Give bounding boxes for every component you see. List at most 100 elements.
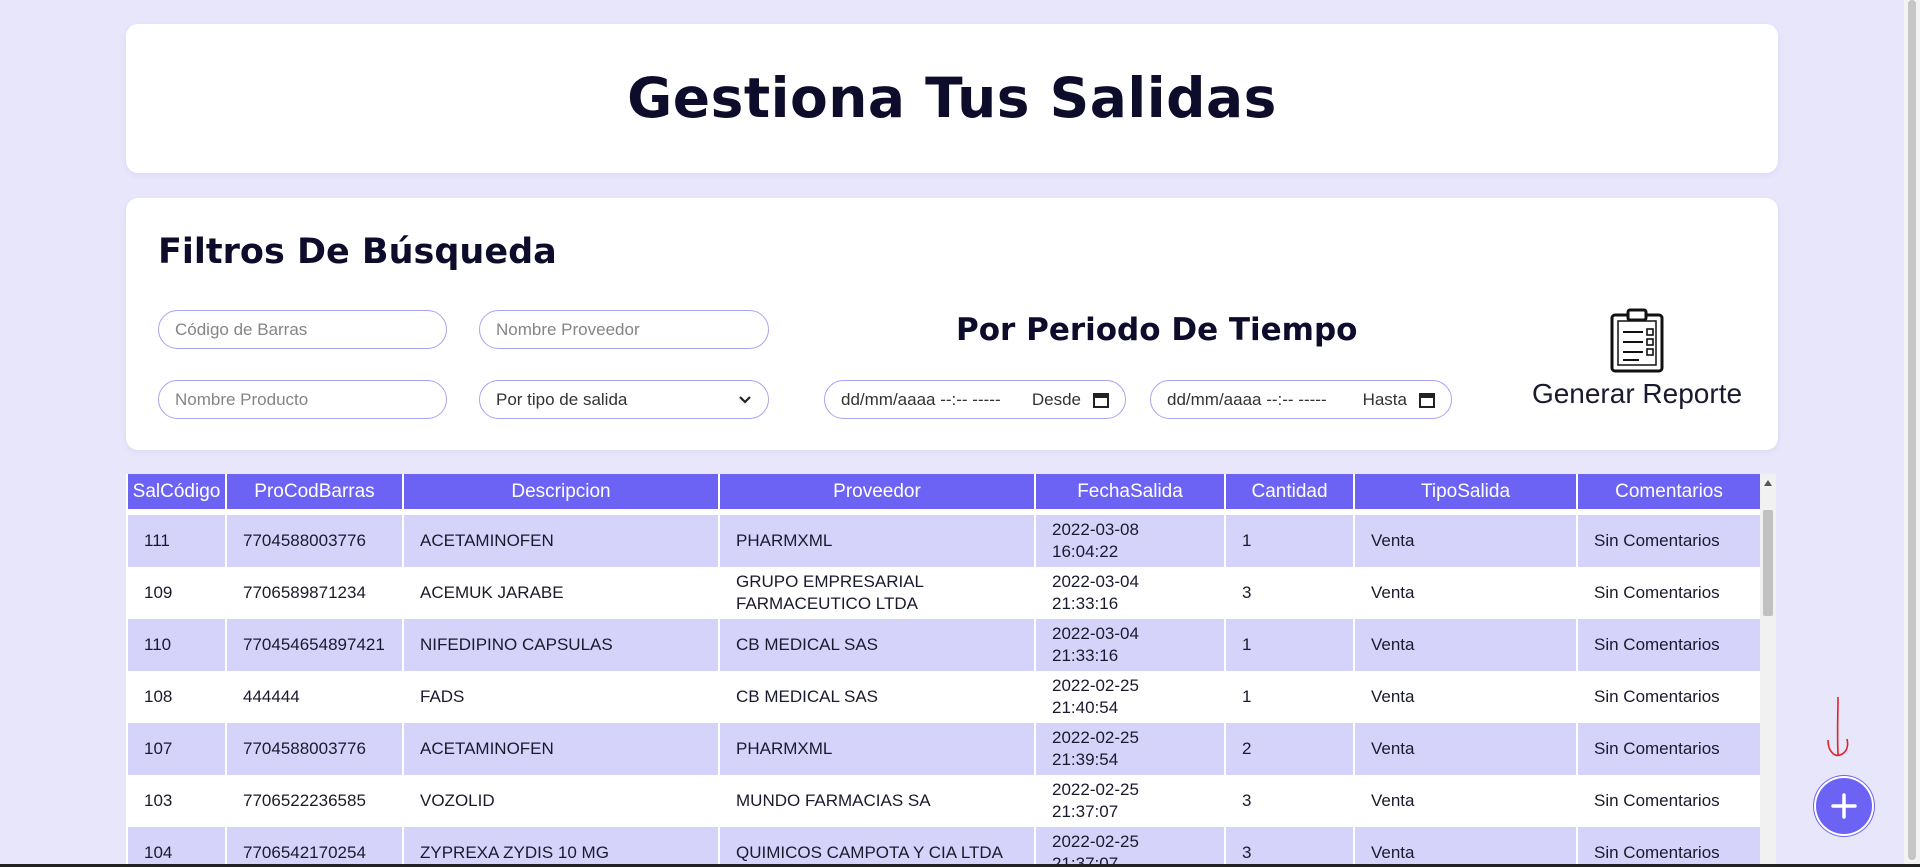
- table-cell: VOZOLID: [404, 775, 718, 827]
- table-cell: Venta: [1355, 723, 1576, 775]
- table-cell: Venta: [1355, 775, 1576, 827]
- table-cell: Venta: [1355, 619, 1576, 671]
- date-from-input[interactable]: dd/mm/aaaa --:-- ----- Desde: [824, 380, 1126, 419]
- column-header[interactable]: Cantidad: [1226, 474, 1353, 509]
- table-row[interactable]: 110 770454654897421 NIFEDIPINO CAPSULAS CB …: [128, 619, 1760, 671]
- page-title: Gestiona Tus Salidas: [627, 66, 1277, 130]
- table-cell: 7706589871234: [227, 567, 402, 619]
- column-header[interactable]: FechaSalida: [1036, 474, 1224, 509]
- table-cell: 2022-03-08 16:04:22: [1036, 515, 1224, 567]
- table-cell: Sin Comentarios: [1578, 619, 1760, 671]
- table-cell: 444444: [227, 671, 402, 723]
- scroll-up-arrow-icon[interactable]: [1764, 480, 1772, 486]
- table-row[interactable]: 108 444444 FADS CB MEDICAL SAS 2022-02-25 21…: [128, 671, 1760, 723]
- table-cell: Venta: [1355, 827, 1576, 867]
- exits-table-container[interactable]: SalCódigo ProCodBarras Descripcion Prove…: [126, 474, 1776, 867]
- clipboard-icon: [1610, 308, 1664, 373]
- table-cell: ACETAMINOFEN: [404, 515, 718, 567]
- exits-table: SalCódigo ProCodBarras Descripcion Prove…: [126, 474, 1762, 867]
- table-cell: GRUPO EMPRESARIAL FARMACEUTICO LTDA: [720, 567, 1034, 619]
- table-cell: 2022-02-25 21:37:07: [1036, 827, 1224, 867]
- table-cell: Sin Comentarios: [1578, 775, 1760, 827]
- table-cell: MUNDO FARMACIAS SA: [720, 775, 1034, 827]
- filters-card: Filtros De Búsqueda Por tipo de salida P…: [126, 198, 1778, 450]
- provider-input[interactable]: [479, 310, 769, 349]
- date-to-label: Hasta: [1362, 389, 1407, 409]
- column-header[interactable]: Proveedor: [720, 474, 1034, 509]
- table-cell: NIFEDIPINO CAPSULAS: [404, 619, 718, 671]
- table-cell: 107: [128, 723, 225, 775]
- chevron-down-icon: [739, 395, 751, 404]
- column-header[interactable]: Comentarios: [1578, 474, 1760, 509]
- add-exit-button[interactable]: [1816, 778, 1872, 834]
- page-scroll-thumb[interactable]: [1908, 0, 1916, 860]
- table-cell: 104: [128, 827, 225, 867]
- table-header-row: SalCódigo ProCodBarras Descripcion Prove…: [128, 474, 1760, 509]
- column-header[interactable]: TipoSalida: [1355, 474, 1576, 509]
- table-cell: Venta: [1355, 515, 1576, 567]
- period-title: Por Periodo De Tiempo: [956, 312, 1358, 348]
- table-cell: 1: [1226, 619, 1353, 671]
- table-cell: ACEMUK JARABE: [404, 567, 718, 619]
- table-cell: QUIMICOS CAMPOTA Y CIA LTDA: [720, 827, 1034, 867]
- barcode-input[interactable]: [158, 310, 447, 349]
- table-cell: Venta: [1355, 671, 1576, 723]
- table-cell: FADS: [404, 671, 718, 723]
- calendar-icon[interactable]: [1093, 392, 1109, 408]
- table-cell: 2022-02-25 21:37:07: [1036, 775, 1224, 827]
- table-cell: 108: [128, 671, 225, 723]
- table-row[interactable]: 107 7704588003776 ACETAMINOFEN PHARMXML 2022…: [128, 723, 1760, 775]
- table-cell: Sin Comentarios: [1578, 827, 1760, 867]
- date-to-input[interactable]: dd/mm/aaaa --:-- ----- Hasta: [1150, 380, 1452, 419]
- filters-title: Filtros De Búsqueda: [158, 232, 557, 272]
- table-row[interactable]: 103 7706522236585 VOZOLID MUNDO FARMACIAS S…: [128, 775, 1760, 827]
- table-scrollbar[interactable]: [1760, 474, 1776, 867]
- table-cell: 1: [1226, 515, 1353, 567]
- table-cell: 7706522236585: [227, 775, 402, 827]
- date-from-value: dd/mm/aaaa --:-- -----: [841, 389, 1001, 409]
- down-arrow-annotation-icon: [1827, 696, 1849, 757]
- table-cell: 7706542170254: [227, 827, 402, 867]
- table-cell: 3: [1226, 567, 1353, 619]
- table-cell: 770454654897421: [227, 619, 402, 671]
- table-cell: 2022-03-04 21:33:16: [1036, 567, 1224, 619]
- table-row[interactable]: 104 7706542170254 ZYPREXA ZYDIS 10 MG QUIMI…: [128, 827, 1760, 867]
- table-cell: ACETAMINOFEN: [404, 723, 718, 775]
- table-cell: 1: [1226, 671, 1353, 723]
- table-cell: 111: [128, 515, 225, 567]
- date-from-label: Desde: [1031, 389, 1081, 409]
- product-input[interactable]: [158, 380, 447, 419]
- plus-icon: [1831, 793, 1857, 819]
- table-cell: 2022-02-25 21:39:54: [1036, 723, 1224, 775]
- table-scroll-thumb[interactable]: [1763, 510, 1773, 616]
- calendar-icon[interactable]: [1419, 392, 1435, 408]
- table-cell: CB MEDICAL SAS: [720, 671, 1034, 723]
- page-scrollbar[interactable]: [1904, 0, 1920, 867]
- table-cell: 110: [128, 619, 225, 671]
- column-header[interactable]: SalCódigo: [128, 474, 225, 509]
- table-cell: Sin Comentarios: [1578, 671, 1760, 723]
- table-cell: 7704588003776: [227, 515, 402, 567]
- generate-report-button[interactable]: Generar Reporte: [1522, 308, 1752, 418]
- table-cell: 103: [128, 775, 225, 827]
- table-row[interactable]: 109 7706589871234 ACEMUK JARABE GRUPO EMPRE…: [128, 567, 1760, 619]
- date-to-value: dd/mm/aaaa --:-- -----: [1167, 389, 1327, 409]
- column-header[interactable]: ProCodBarras: [227, 474, 402, 509]
- table-cell: 109: [128, 567, 225, 619]
- table-row[interactable]: 111 7704588003776 ACETAMINOFEN PHARMXML 2022…: [128, 515, 1760, 567]
- table-cell: Sin Comentarios: [1578, 567, 1760, 619]
- table-cell: 2: [1226, 723, 1353, 775]
- table-cell: 3: [1226, 827, 1353, 867]
- table-cell: 2022-03-04 21:33:16: [1036, 619, 1224, 671]
- table-cell: 7704588003776: [227, 723, 402, 775]
- table-cell: PHARMXML: [720, 723, 1034, 775]
- table-cell: Sin Comentarios: [1578, 515, 1760, 567]
- table-cell: Venta: [1355, 567, 1576, 619]
- table-cell: CB MEDICAL SAS: [720, 619, 1034, 671]
- exit-type-select[interactable]: Por tipo de salida: [479, 380, 769, 419]
- table-cell: 3: [1226, 775, 1353, 827]
- column-header[interactable]: Descripcion: [404, 474, 718, 509]
- table-cell: Sin Comentarios: [1578, 723, 1760, 775]
- table-cell: ZYPREXA ZYDIS 10 MG: [404, 827, 718, 867]
- table-cell: PHARMXML: [720, 515, 1034, 567]
